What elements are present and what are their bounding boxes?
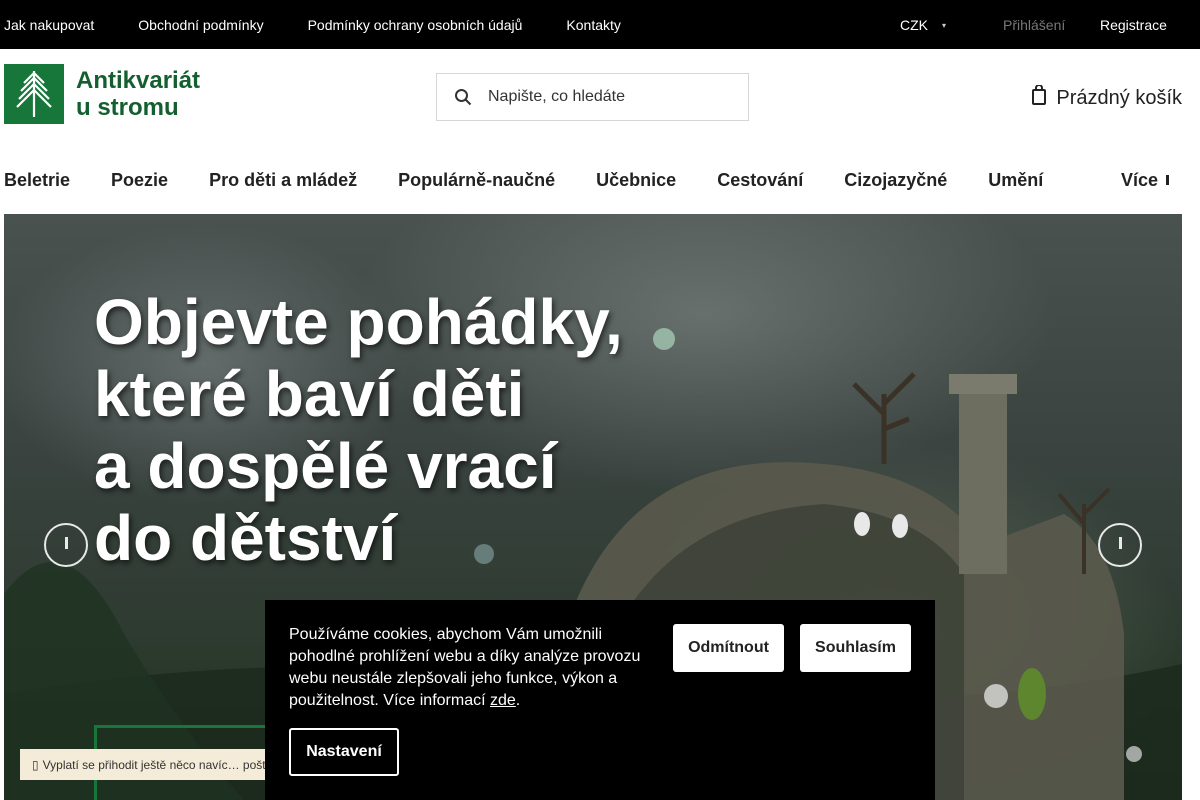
chevron-down-icon: ▾ bbox=[942, 20, 947, 30]
register-link[interactable]: Registrace bbox=[1100, 17, 1167, 33]
nav-item-poetry[interactable]: Poezie bbox=[111, 170, 168, 191]
cart-button[interactable]: Prázdný košík bbox=[1032, 84, 1182, 111]
link-terms[interactable]: Obchodní podmínky bbox=[138, 17, 263, 33]
search-input[interactable] bbox=[488, 88, 728, 106]
top-links: Jak nakupovat Obchodní podmínky Podmínky… bbox=[4, 17, 621, 33]
carousel-prev-button[interactable] bbox=[44, 523, 88, 567]
cookie-suffix: . bbox=[515, 692, 521, 709]
free-shipping-toast[interactable]: ▯ Vyplatí se přihodit ještě něco navíc… … bbox=[20, 749, 280, 780]
search-box bbox=[436, 73, 749, 121]
nav-item-popular-science[interactable]: Populárně-naučné bbox=[398, 170, 555, 191]
search-icon[interactable] bbox=[453, 87, 473, 107]
hero-title-line-3: a dospělé vrací bbox=[94, 430, 557, 502]
currency-value: CZK bbox=[900, 17, 928, 33]
nav-item-foreign[interactable]: Cizojazyčné bbox=[844, 170, 947, 191]
site-logo[interactable]: Antikvariát u stromu bbox=[4, 64, 200, 124]
logo-line-2: u stromu bbox=[76, 94, 179, 121]
link-privacy[interactable]: Podmínky ochrany osobních údajů bbox=[308, 17, 523, 33]
nav-more-label: Více bbox=[1120, 170, 1158, 190]
cookie-settings-button[interactable]: Nastavení bbox=[289, 728, 399, 776]
hero-title: Objevte pohádky, které baví děti a dospě… bbox=[94, 286, 714, 574]
nav-item-fiction[interactable]: Beletrie bbox=[4, 170, 70, 191]
currency-select[interactable]: CZK ▾ bbox=[900, 17, 946, 33]
info-icon: ▯ bbox=[32, 758, 39, 772]
link-contacts[interactable]: Kontakty bbox=[566, 17, 620, 33]
cookie-accept-button[interactable]: Souhlasím bbox=[800, 624, 911, 672]
nav-item-kids[interactable]: Pro děti a mládež bbox=[209, 170, 357, 191]
chevron-right-icon bbox=[1115, 535, 1125, 556]
cookie-message: Používáme cookies, abychom Vám umožnili … bbox=[289, 626, 641, 709]
cookie-consent-panel: Používáme cookies, abychom Vám umožnili … bbox=[265, 600, 935, 800]
nav-item-textbooks[interactable]: Učebnice bbox=[596, 170, 676, 191]
toast-text: Vyplatí se přihodit ještě něco navíc… po… bbox=[42, 758, 273, 772]
tree-icon bbox=[4, 64, 64, 124]
logo-line-1: Antikvariát bbox=[76, 67, 201, 94]
top-bar: Jak nakupovat Obchodní podmínky Podmínky… bbox=[0, 0, 1200, 49]
login-link[interactable]: Přihlášení bbox=[1003, 17, 1065, 33]
nav-more-button[interactable]: Více bbox=[1121, 170, 1172, 191]
link-how-to-shop[interactable]: Jak nakupovat bbox=[4, 17, 94, 33]
cookie-decline-button[interactable]: Odmítnout bbox=[673, 624, 784, 672]
chevron-down-icon bbox=[1164, 170, 1172, 191]
cart-label: Prázdný košík bbox=[1056, 86, 1182, 109]
hero-title-line-4: do dětství bbox=[94, 502, 397, 574]
cookie-text: Používáme cookies, abychom Vám umožnili … bbox=[289, 624, 649, 712]
cookie-more-info-link[interactable]: zde bbox=[490, 692, 516, 709]
nav-item-art[interactable]: Umění bbox=[988, 170, 1043, 191]
hero-title-line-2: které baví děti bbox=[94, 358, 525, 430]
chevron-left-icon bbox=[61, 535, 71, 556]
carousel-next-button[interactable] bbox=[1098, 523, 1142, 567]
logo-text: Antikvariát u stromu bbox=[76, 67, 200, 121]
cart-icon bbox=[1032, 84, 1047, 111]
hero-title-line-1: Objevte pohádky, bbox=[94, 286, 623, 358]
nav-item-travel[interactable]: Cestování bbox=[717, 170, 803, 191]
main-nav: Beletrie Poezie Pro děti a mládež Populá… bbox=[4, 170, 1182, 192]
